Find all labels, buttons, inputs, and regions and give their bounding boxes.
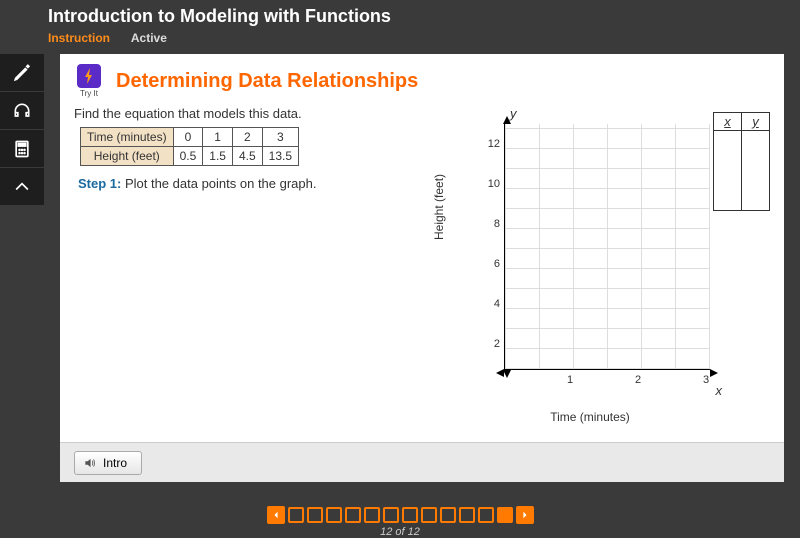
page-5[interactable] [364,507,380,523]
speaker-icon [83,456,97,470]
row-label-time: Time (minutes) [81,128,174,147]
pager-label: 12 of 12 [0,526,800,538]
page-title: Introduction to Modeling with Functions [48,6,800,27]
lightning-icon [83,68,95,84]
x-axis-label: Time (minutes) [460,410,720,424]
footer-strip: Intro [60,442,784,482]
try-it-label: Try It [80,89,98,98]
pager: 12 of 12 [0,502,800,538]
plot-grid[interactable] [504,124,710,370]
page-1[interactable] [288,507,304,523]
page-10[interactable] [459,507,475,523]
pager-prev-button[interactable] [267,506,285,524]
audio-tool[interactable] [0,92,44,130]
pager-next-button[interactable] [516,506,534,524]
page-7[interactable] [402,507,418,523]
lesson-content: Try It Determining Data Relationships Fi… [60,54,784,468]
page-12[interactable] [497,507,513,523]
x-axis-symbol: x [716,383,723,398]
y-axis-label: Height (feet) [432,174,446,240]
graph-area[interactable]: y x Height (feet) 12 10 8 6 4 2 1 2 3 Ti… [460,110,720,420]
pencil-tool[interactable] [0,54,44,92]
chevron-up-icon [12,177,32,197]
try-it-badge: Try It [74,64,104,98]
headphones-icon [12,101,32,121]
tab-instruction[interactable]: Instruction [48,31,110,45]
page-11[interactable] [478,507,494,523]
calculator-icon [12,139,32,159]
xy-table-y-header: y [742,113,770,131]
section-title: Determining Data Relationships [116,70,418,93]
chevron-left-icon [272,511,280,519]
tab-active[interactable]: Active [131,31,167,45]
page-9[interactable] [440,507,456,523]
page-6[interactable] [383,507,399,523]
page-8[interactable] [421,507,437,523]
calculator-tool[interactable] [0,130,44,168]
row-label-height: Height (feet) [81,147,174,166]
page-4[interactable] [345,507,361,523]
page-3[interactable] [326,507,342,523]
pencil-icon [12,63,32,83]
xy-table-x-header: x [714,113,742,131]
intro-button[interactable]: Intro [74,451,142,475]
collapse-tool[interactable] [0,168,44,206]
page-2[interactable] [307,507,323,523]
data-table: Time (minutes) 0 1 2 3 Height (feet) 0.5… [80,127,299,166]
chevron-right-icon [521,511,529,519]
xy-input-table[interactable]: x y [713,112,770,211]
